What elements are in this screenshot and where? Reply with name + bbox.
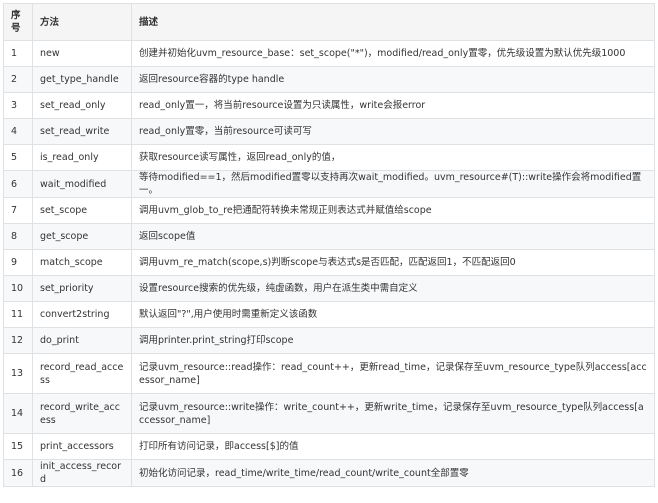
row-method: init_access_record bbox=[32, 459, 132, 487]
table-row: 16 init_access_record 初始化访问记录，read_time/… bbox=[3, 459, 655, 487]
row-description: 记录uvm_resource::read操作：read_count++，更新re… bbox=[131, 353, 655, 394]
row-index: 9 bbox=[3, 249, 33, 276]
table-row: 7 set_scope 调用uvm_glob_to_re把通配符转换未常规正则表… bbox=[3, 197, 655, 224]
table-row: 14 record_write_access 记录uvm_resource::w… bbox=[3, 393, 655, 434]
row-description: read_only置一，将当前resource设置为只读属性，write会报er… bbox=[131, 92, 655, 119]
row-description: 创建并初始化uvm_resource_base：set_scope("*")，m… bbox=[131, 40, 655, 67]
row-description: 打印所有访问记录，即access[$]的值 bbox=[131, 433, 655, 460]
methods-table: 序号 方法 描述 1 new 创建并初始化uvm_resource_base：s… bbox=[3, 3, 655, 487]
row-method: set_scope bbox=[32, 197, 132, 224]
table-row: 13 record_read_access 记录uvm_resource::re… bbox=[3, 353, 655, 394]
row-description: 获取resource读写属性，返回read_only的值， bbox=[131, 144, 655, 171]
row-index: 8 bbox=[3, 223, 33, 250]
row-description: read_only置零，当前resource可读可写 bbox=[131, 118, 655, 145]
table-row: 2 get_type_handle 返回resource容器的type hand… bbox=[3, 66, 655, 93]
table-row: 3 set_read_only read_only置一，将当前resource设… bbox=[3, 92, 655, 119]
header-index: 序号 bbox=[3, 3, 33, 41]
row-index: 5 bbox=[3, 144, 33, 171]
table-row: 4 set_read_write read_only置零，当前resource可… bbox=[3, 118, 655, 145]
table-row: 12 do_print 调用printer.print_string打印scop… bbox=[3, 327, 655, 354]
table-row: 10 set_priority 设置resource搜索的优先级，纯虚函数，用户… bbox=[3, 275, 655, 302]
row-method: set_read_write bbox=[32, 118, 132, 145]
row-description: 初始化访问记录，read_time/write_time/read_count/… bbox=[131, 459, 655, 487]
row-description: 设置resource搜索的优先级，纯虚函数，用户在派生类中需自定义 bbox=[131, 275, 655, 302]
table-row: 5 is_read_only 获取resource读写属性，返回read_onl… bbox=[3, 144, 655, 171]
row-method: match_scope bbox=[32, 249, 132, 276]
row-index: 3 bbox=[3, 92, 33, 119]
row-index: 10 bbox=[3, 275, 33, 302]
row-index: 1 bbox=[3, 40, 33, 67]
header-method: 方法 bbox=[32, 3, 132, 41]
header-description: 描述 bbox=[131, 3, 655, 41]
row-index: 13 bbox=[3, 353, 33, 394]
row-index: 2 bbox=[3, 66, 33, 93]
row-index: 16 bbox=[3, 459, 33, 487]
row-method: is_read_only bbox=[32, 144, 132, 171]
row-method: set_priority bbox=[32, 275, 132, 302]
row-method: record_write_access bbox=[32, 393, 132, 434]
row-index: 15 bbox=[3, 433, 33, 460]
row-index: 14 bbox=[3, 393, 33, 434]
row-method: print_accessors bbox=[32, 433, 132, 460]
row-index: 6 bbox=[3, 170, 33, 198]
row-method: do_print bbox=[32, 327, 132, 354]
table-row: 8 get_scope 返回scope值 bbox=[3, 223, 655, 250]
row-index: 7 bbox=[3, 197, 33, 224]
table-header-row: 序号 方法 描述 bbox=[3, 3, 655, 41]
row-method: get_scope bbox=[32, 223, 132, 250]
row-description: 记录uvm_resource::write操作：write_count++，更新… bbox=[131, 393, 655, 434]
row-index: 4 bbox=[3, 118, 33, 145]
table-row: 1 new 创建并初始化uvm_resource_base：set_scope(… bbox=[3, 40, 655, 67]
row-method: convert2string bbox=[32, 301, 132, 328]
row-method: wait_modified bbox=[32, 170, 132, 198]
row-method: record_read_access bbox=[32, 353, 132, 394]
row-description: 调用uvm_glob_to_re把通配符转换未常规正则表达式并赋值给scope bbox=[131, 197, 655, 224]
row-method: new bbox=[32, 40, 132, 67]
row-description: 调用uvm_re_match(scope,s)判断scope与表达式s是否匹配，… bbox=[131, 249, 655, 276]
row-method: set_read_only bbox=[32, 92, 132, 119]
row-description: 返回resource容器的type handle bbox=[131, 66, 655, 93]
table-row: 9 match_scope 调用uvm_re_match(scope,s)判断s… bbox=[3, 249, 655, 276]
table-row: 6 wait_modified 等待modified==1，然后modified… bbox=[3, 170, 655, 198]
row-index: 11 bbox=[3, 301, 33, 328]
table-row: 15 print_accessors 打印所有访问记录，即access[$]的值 bbox=[3, 433, 655, 460]
row-description: 调用printer.print_string打印scope bbox=[131, 327, 655, 354]
table-row: 11 convert2string 默认返回"?",用户使用时需重新定义该函数 bbox=[3, 301, 655, 328]
row-index: 12 bbox=[3, 327, 33, 354]
row-description: 返回scope值 bbox=[131, 223, 655, 250]
row-description: 等待modified==1，然后modified置零以支持再次wait_modi… bbox=[131, 170, 655, 198]
row-method: get_type_handle bbox=[32, 66, 132, 93]
row-description: 默认返回"?",用户使用时需重新定义该函数 bbox=[131, 301, 655, 328]
